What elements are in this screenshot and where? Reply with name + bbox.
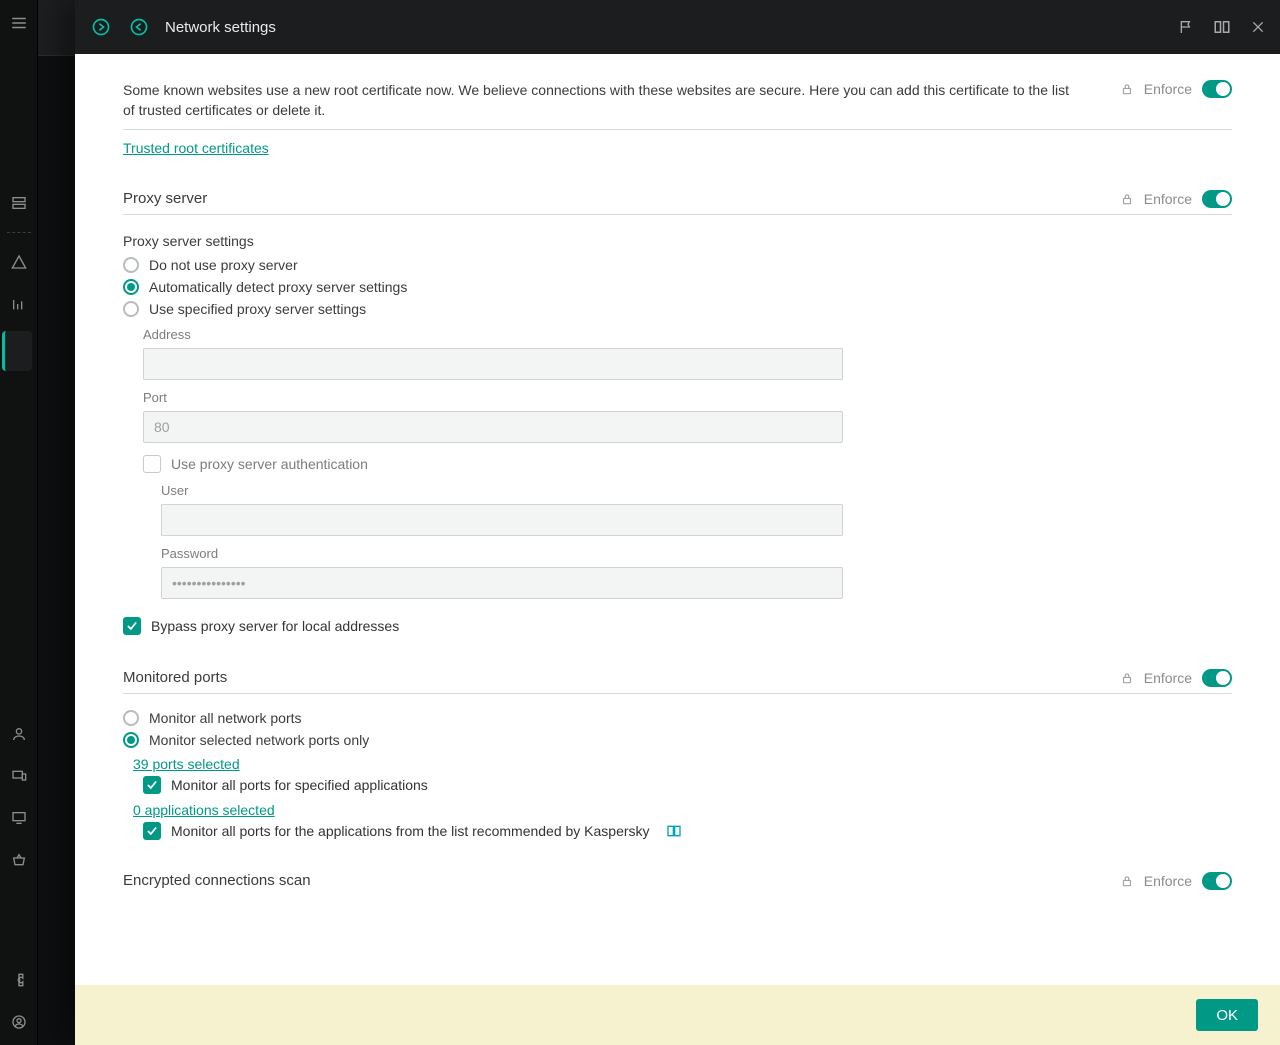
enc-section-head: Encrypted connections scan Enforce (123, 866, 1232, 896)
proxy-none-label: Do not use proxy server (149, 257, 298, 273)
radio-icon (123, 279, 139, 295)
basket-icon[interactable] (4, 845, 34, 875)
flag-icon[interactable] (1176, 17, 1196, 37)
separator (7, 232, 31, 233)
monitor-apps-label: Monitor all ports for specified applicat… (171, 777, 428, 793)
radio-icon (123, 710, 139, 726)
left-navbar (0, 0, 38, 1045)
user-icon[interactable] (4, 719, 34, 749)
ports-title: Monitored ports (123, 669, 227, 686)
enforce-top: Enforce (1120, 80, 1232, 98)
address-label: Address (143, 327, 843, 342)
port-input[interactable] (143, 411, 843, 443)
trusted-cert-description: Some known websites use a new root certi… (123, 80, 1083, 121)
bypass-label: Bypass proxy server for local addresses (151, 618, 399, 634)
apps-selected-link[interactable]: 0 applications selected (133, 802, 1232, 818)
modal-header: Network settings (75, 0, 1280, 54)
address-input[interactable] (143, 348, 843, 380)
port-label: Port (143, 390, 843, 405)
proxy-auth-check[interactable]: Use proxy server authentication (143, 455, 843, 473)
bottom-bar: OK (75, 985, 1280, 1045)
ports-option-selected[interactable]: Monitor selected network ports only (123, 732, 1232, 748)
proxy-title: Proxy server (123, 190, 207, 207)
radio-icon (123, 732, 139, 748)
enforce-label: Enforce (1144, 873, 1192, 889)
settings-modal: Network settings Some known websites use… (75, 0, 1280, 1045)
proxy-auth-label: Use proxy server authentication (171, 456, 368, 472)
trusted-root-link[interactable]: Trusted root certificates (123, 140, 269, 156)
radio-icon (123, 301, 139, 317)
enforce-label: Enforce (1144, 670, 1192, 686)
ports-selected-link[interactable]: 39 ports selected (133, 756, 1232, 772)
password-input[interactable] (161, 567, 843, 599)
ports-subsection: 39 ports selected Monitor all ports for … (133, 756, 1232, 840)
user-input[interactable] (161, 504, 843, 536)
close-icon[interactable] (1248, 17, 1268, 37)
dashboard-icon[interactable] (4, 188, 34, 218)
book-icon[interactable] (1212, 17, 1232, 37)
active-nav-item[interactable] (2, 331, 32, 371)
proxy-auto-label: Automatically detect proxy server settin… (149, 279, 407, 295)
bypass-local-check[interactable]: Bypass proxy server for local addresses (123, 617, 1232, 635)
ports-section-head: Monitored ports Enforce (123, 663, 1232, 694)
collapse-icon[interactable] (87, 13, 115, 41)
ports-all-label: Monitor all network ports (149, 710, 302, 726)
proxy-option-none[interactable]: Do not use proxy server (123, 257, 1232, 273)
modal-body[interactable]: Some known websites use a new root certi… (75, 54, 1280, 1045)
proxy-specified-fields: Address Port Use proxy server authentica… (143, 327, 843, 599)
proxy-settings-label: Proxy server settings (123, 233, 1232, 249)
monitor-reco-label: Monitor all ports for the applications f… (171, 823, 650, 839)
monitor-reco-check[interactable]: Monitor all ports for the applications f… (143, 822, 1232, 840)
lock-icon (1120, 874, 1134, 888)
proxy-option-specified[interactable]: Use specified proxy server settings (123, 301, 1232, 317)
enforce-toggle-proxy[interactable] (1202, 190, 1232, 208)
enforce-label: Enforce (1144, 81, 1192, 97)
enforce-label: Enforce (1144, 191, 1192, 207)
proxy-spec-label: Use specified proxy server settings (149, 301, 366, 317)
app-shell: Network settings Some known websites use… (0, 0, 1280, 1045)
enforce-toggle-enc[interactable] (1202, 872, 1232, 890)
proxy-section-head: Proxy server Enforce (123, 184, 1232, 215)
backdrop: Network settings Some known websites use… (38, 0, 1280, 1045)
checkbox-icon (143, 776, 161, 794)
enforce-toggle-ports[interactable] (1202, 669, 1232, 687)
ok-button[interactable]: OK (1196, 999, 1258, 1031)
password-label: Password (161, 546, 843, 561)
checkbox-icon (143, 822, 161, 840)
lock-icon (1120, 192, 1134, 206)
warning-icon[interactable] (4, 247, 34, 277)
trusted-cert-section: Some known websites use a new root certi… (123, 80, 1232, 156)
devices-icon[interactable] (4, 761, 34, 791)
monitor-icon[interactable] (4, 803, 34, 833)
menu-icon[interactable] (4, 8, 34, 38)
account-icon[interactable] (4, 1007, 34, 1037)
back-icon[interactable] (125, 13, 153, 41)
enforce-toggle-top[interactable] (1202, 80, 1232, 98)
checkbox-icon (123, 617, 141, 635)
ports-option-all[interactable]: Monitor all network ports (123, 710, 1232, 726)
monitor-apps-check[interactable]: Monitor all ports for specified applicat… (143, 776, 1232, 794)
help-book-icon[interactable] (666, 823, 682, 839)
lock-icon (1120, 671, 1134, 685)
modal-title: Network settings (165, 19, 276, 36)
enc-title: Encrypted connections scan (123, 872, 311, 889)
checkbox-icon (143, 455, 161, 473)
report-icon[interactable] (4, 289, 34, 319)
user-label: User (161, 483, 843, 498)
proxy-option-auto[interactable]: Automatically detect proxy server settin… (123, 279, 1232, 295)
wrench-icon[interactable] (4, 965, 34, 995)
radio-icon (123, 257, 139, 273)
ports-sel-label: Monitor selected network ports only (149, 732, 369, 748)
lock-icon (1120, 82, 1134, 96)
